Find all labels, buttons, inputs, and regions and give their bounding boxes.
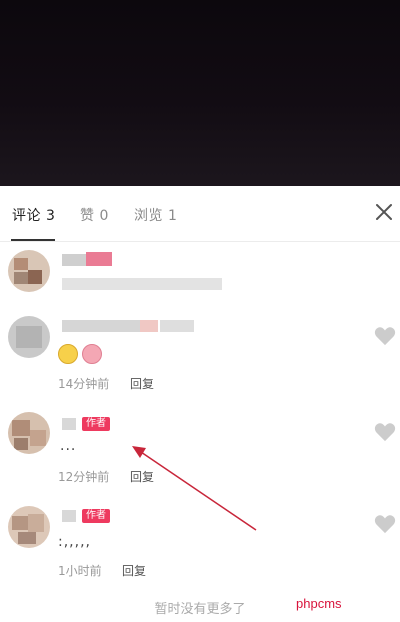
author-badge: 作者 [82,417,110,431]
heart-icon[interactable] [374,422,396,442]
avatar[interactable] [8,316,50,358]
comment-text-blurred [62,278,222,290]
tab-comments[interactable]: 评论 3 [12,205,55,225]
avatar[interactable] [8,412,50,454]
heart-icon[interactable] [374,514,396,534]
heart-icon[interactable] [374,326,396,346]
video-background [0,0,400,186]
pig-emoji-icon [82,344,102,364]
username-blurred [62,418,76,430]
comment-text: ... [60,438,77,454]
username-blurred [62,510,76,522]
close-icon[interactable] [372,200,396,224]
avatar[interactable] [8,506,50,548]
comment-time: 14分钟前 [58,377,110,391]
avatar[interactable] [8,250,50,292]
comment-text: :,,,,, [58,534,91,550]
username-blurred [160,320,194,332]
username-blurred [62,254,86,266]
author-badge: 作者 [82,509,110,523]
reply-button[interactable]: 回复 [122,562,146,579]
active-tab-indicator [11,239,55,241]
comment-item [0,246,400,300]
tab-bar: 评论 3 赞 0 浏览 1 [0,186,400,242]
comment-time: 12分钟前 [58,470,110,484]
badge-blurred [86,252,112,266]
comment-emojis [58,344,108,366]
reply-button[interactable]: 回复 [130,375,154,392]
comment-time: 1小时前 [58,564,102,578]
comment-item: 14分钟前 回复 [0,314,400,394]
smile-emoji-icon [58,344,78,364]
annotation-arrow [132,446,257,531]
tab-views[interactable]: 浏览 1 [134,205,177,225]
tab-likes[interactable]: 赞 0 [80,205,109,225]
watermark: phpcms [296,596,342,611]
username-blurred [62,320,140,332]
comment-sheet: 评论 3 赞 0 浏览 1 14分钟前 回复 作者 ... 12分钟前 回复 作… [0,186,400,622]
username-blurred [140,320,158,332]
